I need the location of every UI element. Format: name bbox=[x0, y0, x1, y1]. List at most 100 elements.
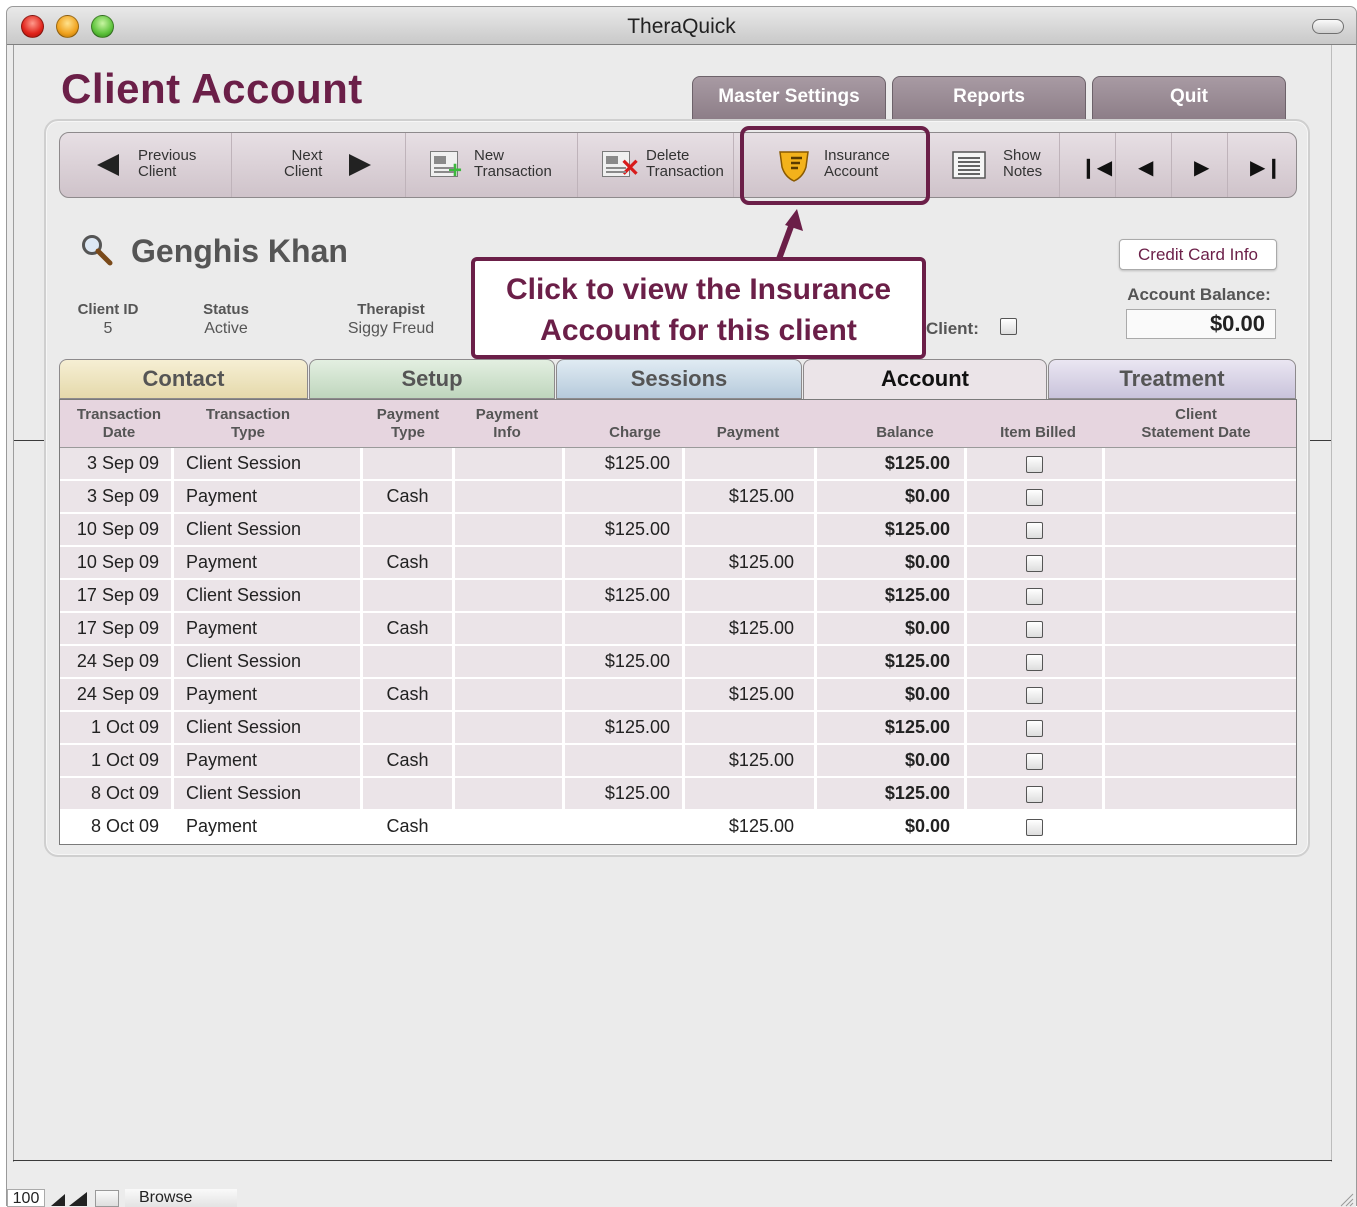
cell-type[interactable]: Payment bbox=[174, 613, 363, 644]
search-icon[interactable] bbox=[80, 233, 114, 267]
resize-grip-icon[interactable] bbox=[1339, 1192, 1354, 1207]
cell-payment[interactable]: $125.00 bbox=[685, 481, 817, 512]
cell-payment[interactable] bbox=[685, 448, 817, 479]
cell-paytype[interactable] bbox=[363, 448, 455, 479]
cell-billed[interactable] bbox=[967, 811, 1105, 842]
cell-stmt[interactable] bbox=[1105, 646, 1296, 677]
cell-balance[interactable]: $125.00 bbox=[817, 646, 967, 677]
tab-treatment[interactable]: Treatment bbox=[1048, 359, 1296, 399]
cell-paytype[interactable]: Cash bbox=[363, 613, 455, 644]
table-row[interactable]: 17 Sep 09 Client Session $125.00 $125.00 bbox=[60, 580, 1296, 613]
cell-date[interactable]: 17 Sep 09 bbox=[60, 613, 174, 644]
item-billed-checkbox[interactable] bbox=[1026, 653, 1043, 671]
cell-payinfo[interactable] bbox=[455, 448, 565, 479]
cell-billed[interactable] bbox=[967, 679, 1105, 710]
cell-payment[interactable] bbox=[685, 580, 817, 611]
table-row[interactable]: 3 Sep 09 Payment Cash $125.00 $0.00 bbox=[60, 481, 1296, 514]
cell-payinfo[interactable] bbox=[455, 778, 565, 809]
cell-payinfo[interactable] bbox=[455, 745, 565, 776]
tab-account[interactable]: Account bbox=[803, 359, 1047, 401]
cell-payment[interactable]: $125.00 bbox=[685, 679, 817, 710]
cell-type[interactable]: Client Session bbox=[174, 646, 363, 677]
cell-payment[interactable]: $125.00 bbox=[685, 547, 817, 578]
cell-date[interactable]: 3 Sep 09 bbox=[60, 481, 174, 512]
cell-payment[interactable] bbox=[685, 514, 817, 545]
cell-date[interactable]: 1 Oct 09 bbox=[60, 712, 174, 743]
cell-stmt[interactable] bbox=[1105, 448, 1296, 479]
cell-charge[interactable] bbox=[565, 745, 685, 776]
cell-billed[interactable] bbox=[967, 580, 1105, 611]
cell-payment[interactable]: $125.00 bbox=[685, 811, 817, 842]
cell-payinfo[interactable] bbox=[455, 712, 565, 743]
table-row[interactable]: 17 Sep 09 Payment Cash $125.00 $0.00 bbox=[60, 613, 1296, 646]
cell-date[interactable]: 8 Oct 09 bbox=[60, 811, 174, 842]
cell-date[interactable]: 24 Sep 09 bbox=[60, 679, 174, 710]
cell-stmt[interactable] bbox=[1105, 811, 1296, 842]
cell-payment[interactable] bbox=[685, 646, 817, 677]
cell-billed[interactable] bbox=[967, 481, 1105, 512]
zoom-controls-icon[interactable] bbox=[49, 1192, 89, 1207]
cell-charge[interactable]: $125.00 bbox=[565, 580, 685, 611]
item-billed-checkbox[interactable] bbox=[1026, 521, 1043, 539]
cell-type[interactable]: Payment bbox=[174, 811, 363, 842]
cell-date[interactable]: 1 Oct 09 bbox=[60, 745, 174, 776]
last-record-button[interactable]: ▶❙ bbox=[1228, 133, 1296, 197]
cell-balance[interactable]: $0.00 bbox=[817, 547, 967, 578]
delete-transaction-button[interactable]: ✕ Delete Transaction bbox=[578, 133, 734, 197]
cell-balance[interactable]: $0.00 bbox=[817, 613, 967, 644]
table-row[interactable]: 24 Sep 09 Client Session $125.00 $125.00 bbox=[60, 646, 1296, 679]
cell-type[interactable]: Payment bbox=[174, 679, 363, 710]
cell-type[interactable]: Payment bbox=[174, 547, 363, 578]
cell-payment[interactable]: $125.00 bbox=[685, 613, 817, 644]
cell-type[interactable]: Client Session bbox=[174, 778, 363, 809]
cell-balance[interactable]: $0.00 bbox=[817, 745, 967, 776]
cell-type[interactable]: Payment bbox=[174, 745, 363, 776]
cell-payinfo[interactable] bbox=[455, 580, 565, 611]
cell-billed[interactable] bbox=[967, 778, 1105, 809]
new-transaction-button[interactable]: + New Transaction bbox=[406, 133, 578, 197]
cell-date[interactable]: 17 Sep 09 bbox=[60, 580, 174, 611]
cell-type[interactable]: Payment bbox=[174, 481, 363, 512]
master-settings-tab[interactable]: Master Settings bbox=[692, 76, 886, 120]
cell-stmt[interactable] bbox=[1105, 514, 1296, 545]
cell-charge[interactable]: $125.00 bbox=[565, 646, 685, 677]
tab-setup[interactable]: Setup bbox=[309, 359, 555, 399]
item-billed-checkbox[interactable] bbox=[1026, 785, 1043, 803]
cell-charge[interactable] bbox=[565, 481, 685, 512]
cell-payinfo[interactable] bbox=[455, 481, 565, 512]
cell-billed[interactable] bbox=[967, 646, 1105, 677]
cell-payinfo[interactable] bbox=[455, 646, 565, 677]
quit-tab[interactable]: Quit bbox=[1092, 76, 1286, 120]
cell-billed[interactable] bbox=[967, 745, 1105, 776]
table-row[interactable]: 8 Oct 09 Payment Cash $125.00 $0.00 bbox=[60, 811, 1296, 844]
cell-charge[interactable]: $125.00 bbox=[565, 712, 685, 743]
credit-card-info-button[interactable]: Credit Card Info bbox=[1119, 239, 1277, 270]
next-record-button[interactable]: ▶ bbox=[1172, 133, 1228, 197]
cell-stmt[interactable] bbox=[1105, 778, 1296, 809]
cell-balance[interactable]: $125.00 bbox=[817, 448, 967, 479]
table-row[interactable]: 10 Sep 09 Payment Cash $125.00 $0.00 bbox=[60, 547, 1296, 580]
cell-balance[interactable]: $0.00 bbox=[817, 481, 967, 512]
cell-paytype[interactable]: Cash bbox=[363, 745, 455, 776]
item-billed-checkbox[interactable] bbox=[1026, 752, 1043, 770]
cell-billed[interactable] bbox=[967, 448, 1105, 479]
item-billed-checkbox[interactable] bbox=[1026, 719, 1043, 737]
cell-billed[interactable] bbox=[967, 613, 1105, 644]
cell-paytype[interactable]: Cash bbox=[363, 811, 455, 842]
cell-paytype[interactable] bbox=[363, 778, 455, 809]
show-notes-button[interactable]: Show Notes bbox=[928, 133, 1060, 197]
cell-date[interactable]: 10 Sep 09 bbox=[60, 514, 174, 545]
table-row[interactable]: 1 Oct 09 Client Session $125.00 $125.00 bbox=[60, 712, 1296, 745]
cell-payinfo[interactable] bbox=[455, 514, 565, 545]
title-bar[interactable]: TheraQuick bbox=[7, 7, 1356, 45]
cell-balance[interactable]: $125.00 bbox=[817, 514, 967, 545]
table-row[interactable]: 24 Sep 09 Payment Cash $125.00 $0.00 bbox=[60, 679, 1296, 712]
cell-date[interactable]: 8 Oct 09 bbox=[60, 778, 174, 809]
cell-paytype[interactable] bbox=[363, 646, 455, 677]
tab-contact[interactable]: Contact bbox=[59, 359, 308, 399]
next-client-button[interactable]: Next Client bbox=[232, 133, 406, 197]
cell-paytype[interactable] bbox=[363, 580, 455, 611]
cell-payment[interactable] bbox=[685, 778, 817, 809]
cell-billed[interactable] bbox=[967, 712, 1105, 743]
cell-charge[interactable] bbox=[565, 679, 685, 710]
